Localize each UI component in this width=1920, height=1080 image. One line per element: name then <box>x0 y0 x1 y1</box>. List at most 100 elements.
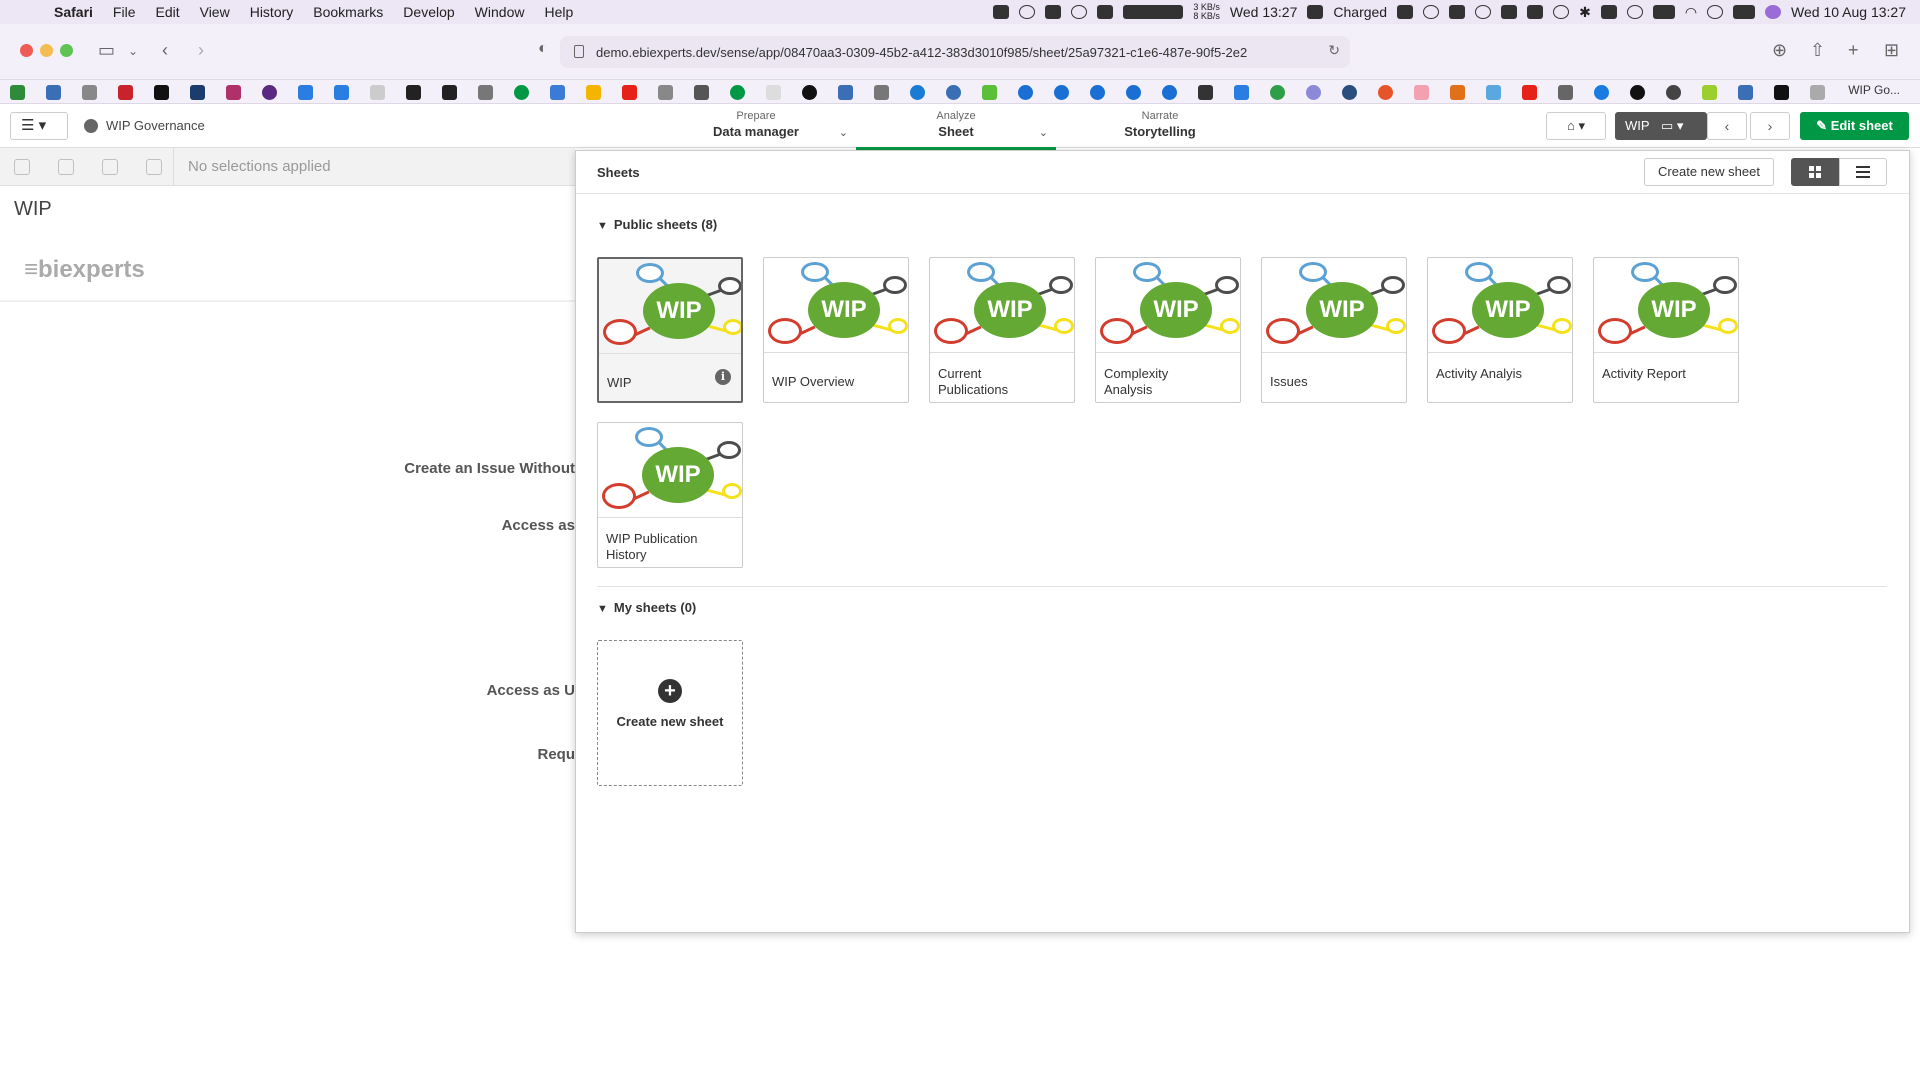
sidebar-toggle-icon[interactable]: ▭ <box>98 40 115 61</box>
create-new-sheet-card[interactable]: + Create new sheet <box>597 640 743 786</box>
list-view-button[interactable] <box>1839 158 1887 186</box>
favorite-icon[interactable] <box>1126 85 1141 100</box>
favorite-icon[interactable] <box>226 85 241 100</box>
battery-status[interactable]: Charged <box>1333 4 1387 20</box>
favorite-icon[interactable] <box>1306 85 1321 100</box>
favorite-icon[interactable] <box>1810 85 1825 100</box>
menu-app-safari[interactable]: Safari <box>54 4 93 20</box>
new-tab-icon[interactable]: + <box>1848 40 1859 61</box>
favorite-icon[interactable] <box>190 85 205 100</box>
favorite-icon[interactable] <box>730 85 745 100</box>
favorite-icon[interactable] <box>1702 85 1717 100</box>
favorite-icon[interactable] <box>406 85 421 100</box>
favorite-icon[interactable] <box>1018 85 1033 100</box>
battery-icon[interactable] <box>1652 5 1675 19</box>
status-app-icon[interactable] <box>1475 5 1492 19</box>
status-app-icon[interactable] <box>1423 5 1440 19</box>
menu-history[interactable]: History <box>250 4 294 20</box>
favorite-icon[interactable] <box>694 85 709 100</box>
favorite-icon[interactable] <box>658 85 673 100</box>
favorite-icon[interactable] <box>982 85 997 100</box>
menu-bookmarks[interactable]: Bookmarks <box>313 4 383 20</box>
info-icon[interactable]: i <box>715 369 731 385</box>
cpu-graph-icon[interactable] <box>1123 5 1184 19</box>
favorite-icon[interactable] <box>1162 85 1177 100</box>
screen-record-icon[interactable] <box>993 5 1010 19</box>
favorite-icon[interactable] <box>10 85 25 100</box>
status-app-icon[interactable] <box>1071 5 1088 19</box>
menu-file[interactable]: File <box>113 4 136 20</box>
memory-icon[interactable] <box>1527 5 1544 19</box>
spotlight-search-icon[interactable] <box>1707 5 1724 19</box>
sheet-card[interactable]: WIP WIP Overview <box>763 257 909 403</box>
status-app-icon[interactable] <box>1045 5 1062 19</box>
status-app-icon[interactable] <box>1397 5 1414 19</box>
favorite-icon[interactable] <box>1342 85 1357 100</box>
user-icon[interactable] <box>1626 5 1643 19</box>
favorite-icon[interactable] <box>478 85 493 100</box>
menu-develop[interactable]: Develop <box>403 4 454 20</box>
status-app-icon[interactable] <box>1501 5 1518 19</box>
favorite-icon[interactable] <box>1090 85 1105 100</box>
step-forward-icon[interactable] <box>102 159 118 175</box>
mode-narrate[interactable]: Narrate Storytelling <box>1060 110 1260 139</box>
active-tab-label[interactable]: WIP Go... <box>1848 83 1900 97</box>
address-bar[interactable]: demo.ebiexperts.dev/sense/app/08470aa3-0… <box>560 36 1350 68</box>
favorite-icon[interactable] <box>910 85 925 100</box>
sheet-card[interactable]: WIP Current Publications <box>929 257 1075 403</box>
status-app-icon[interactable] <box>1097 5 1114 19</box>
grid-view-button[interactable] <box>1791 158 1839 186</box>
favorite-icon[interactable] <box>118 85 133 100</box>
volume-icon[interactable] <box>1553 5 1570 19</box>
favorite-icon[interactable] <box>766 85 781 100</box>
favorite-icon[interactable] <box>298 85 313 100</box>
status-app-icon[interactable] <box>1449 5 1466 19</box>
favorite-icon[interactable] <box>1486 85 1501 100</box>
favorite-icon[interactable] <box>514 85 529 100</box>
favorite-icon[interactable] <box>1054 85 1069 100</box>
bluetooth-icon[interactable]: ✱ <box>1579 4 1591 21</box>
next-sheet-button[interactable]: › <box>1750 112 1790 140</box>
sheet-card[interactable]: WIP Issues <box>1261 257 1407 403</box>
favorite-icon[interactable] <box>46 85 61 100</box>
clear-selections-icon[interactable] <box>146 159 162 175</box>
zoom-window-icon[interactable] <box>60 44 73 57</box>
display-icon[interactable] <box>1600 5 1617 19</box>
my-sheets-header[interactable]: ▼ My sheets (0) <box>597 600 696 615</box>
sheet-card[interactable]: WIP WIP i <box>597 257 743 403</box>
favorite-icon[interactable] <box>82 85 97 100</box>
favorite-icon[interactable] <box>262 85 277 100</box>
favorite-icon[interactable] <box>1666 85 1681 100</box>
smart-search-icon[interactable] <box>14 159 30 175</box>
tab-overview-icon[interactable]: ⊞ <box>1884 40 1899 61</box>
sheet-card[interactable]: WIP Activity Report <box>1593 257 1739 403</box>
menu-edit[interactable]: Edit <box>155 4 179 20</box>
favorite-icon[interactable] <box>1630 85 1645 100</box>
sheet-card[interactable]: WIP Activity Analyis <box>1427 257 1573 403</box>
favorite-icon[interactable] <box>334 85 349 100</box>
chevron-down-icon[interactable]: ⌄ <box>839 126 848 139</box>
back-icon[interactable]: ‹ <box>162 40 168 61</box>
favorite-icon[interactable] <box>622 85 637 100</box>
close-window-icon[interactable] <box>20 44 33 57</box>
favorite-icon[interactable] <box>946 85 961 100</box>
menu-view[interactable]: View <box>200 4 230 20</box>
control-center-icon[interactable] <box>1733 5 1756 19</box>
favorite-icon[interactable] <box>154 85 169 100</box>
favorite-icon[interactable] <box>1234 85 1249 100</box>
minimize-window-icon[interactable] <box>40 44 53 57</box>
favorite-icon[interactable] <box>874 85 889 100</box>
favorite-icon[interactable] <box>838 85 853 100</box>
clock-full[interactable]: Wed 10 Aug 13:27 <box>1791 4 1906 20</box>
favorite-icon[interactable] <box>550 85 565 100</box>
status-app-icon[interactable] <box>1019 5 1036 19</box>
wifi-icon[interactable]: ◠ <box>1685 4 1697 21</box>
favorite-icon[interactable] <box>1270 85 1285 100</box>
favorite-icon[interactable] <box>1774 85 1789 100</box>
favorite-icon[interactable] <box>802 85 817 100</box>
edit-sheet-button[interactable]: ✎ Edit sheet <box>1800 112 1909 140</box>
create-new-sheet-button[interactable]: Create new sheet <box>1644 158 1774 186</box>
favorite-icon[interactable] <box>1738 85 1753 100</box>
navigation-menu-button[interactable]: ☰ ▾ <box>10 112 68 140</box>
public-sheets-header[interactable]: ▼ Public sheets (8) <box>597 217 717 232</box>
